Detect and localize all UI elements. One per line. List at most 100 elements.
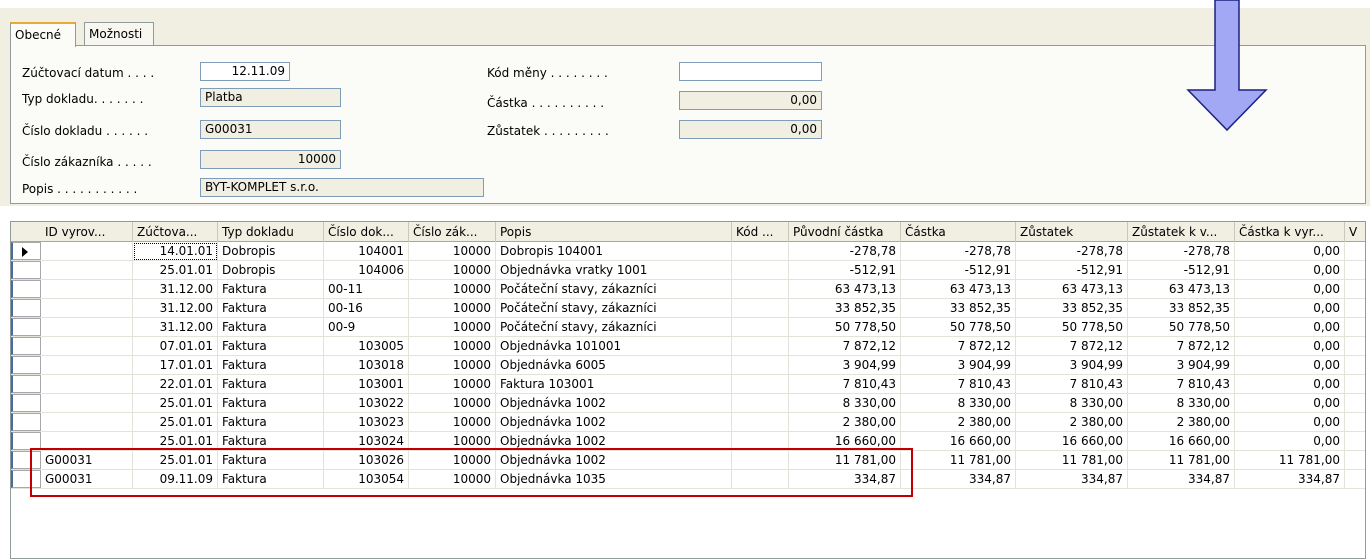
row-selector[interactable] (11, 356, 41, 374)
cell-col-kod-meny[interactable] (732, 432, 789, 451)
cell-col-cislo-dokladu[interactable]: 103054 (324, 470, 409, 489)
cell-col-id-vyrovnani[interactable] (41, 432, 133, 451)
cell-col-zuctovaci-datum[interactable]: 31.12.00 (133, 280, 218, 299)
cell-col-castka-k-vyrovnani[interactable]: 0,00 (1235, 413, 1345, 432)
cell-col-castka-k-vyrovnani[interactable]: 0,00 (1235, 432, 1345, 451)
cell-col-zustatek-k-vyrovnani[interactable]: 50 778,50 (1128, 318, 1235, 337)
cell-col-cislo-dokladu[interactable]: 104006 (324, 261, 409, 280)
cell-col-cislo-dokladu[interactable]: 104001 (324, 242, 409, 261)
kod-meny-field[interactable] (679, 62, 822, 81)
cell-col-castka[interactable]: 7 872,12 (901, 337, 1016, 356)
cell-col-id-vyrovnani[interactable] (41, 337, 133, 356)
cell-col-castka[interactable]: 50 778,50 (901, 318, 1016, 337)
cell-col-cislo-zakaznika[interactable]: 10000 (409, 356, 496, 375)
row-selector[interactable] (11, 451, 41, 469)
cell-col-typ-dokladu[interactable]: Dobropis (218, 261, 324, 280)
header-col-castka[interactable]: Částka (901, 222, 1016, 242)
cell-col-typ-dokladu[interactable]: Faktura (218, 337, 324, 356)
popis-field[interactable]: BYT-KOMPLET s.r.o. (200, 178, 484, 197)
cell-col-cislo-zakaznika[interactable]: 10000 (409, 470, 496, 489)
row-selector[interactable] (11, 413, 41, 431)
cell-col-typ-dokladu[interactable]: Faktura (218, 413, 324, 432)
cell-col-cislo-zakaznika[interactable]: 10000 (409, 375, 496, 394)
table-row[interactable]: 31.12.00 Faktura 00-9 10000 Počáteční stavy,… (11, 318, 1365, 337)
header-col-v[interactable]: V (1345, 222, 1365, 242)
cell-col-cislo-zakaznika[interactable]: 10000 (409, 299, 496, 318)
cell-col-castka[interactable]: 3 904,99 (901, 356, 1016, 375)
cell-col-puvodni-castka[interactable]: 50 778,50 (789, 318, 901, 337)
row-selector[interactable] (11, 318, 41, 336)
cell-col-typ-dokladu[interactable]: Faktura (218, 432, 324, 451)
cell-col-cislo-dokladu[interactable]: 00-9 (324, 318, 409, 337)
cell-col-castka[interactable]: 7 810,43 (901, 375, 1016, 394)
typ-dokladu-field[interactable]: Platba (200, 88, 341, 107)
cell-col-cislo-zakaznika[interactable]: 10000 (409, 432, 496, 451)
cell-col-puvodni-castka[interactable]: 3 904,99 (789, 356, 901, 375)
cell-col-kod-meny[interactable] (732, 470, 789, 489)
cell-col-popis[interactable]: Objednávka 6005 (496, 356, 732, 375)
table-row[interactable]: 25.01.01 Faktura 103024 10000 Objednávka 100… (11, 432, 1365, 451)
cell-col-zustatek-k-vyrovnani[interactable]: -512,91 (1128, 261, 1235, 280)
cell-col-popis[interactable]: Objednávka 1002 (496, 432, 732, 451)
cell-col-castka-k-vyrovnani[interactable]: 0,00 (1235, 394, 1345, 413)
cell-col-popis[interactable]: Objednávka 1002 (496, 394, 732, 413)
cell-col-zustatek[interactable]: -512,91 (1016, 261, 1128, 280)
cell-col-id-vyrovnani[interactable] (41, 261, 133, 280)
cell-col-castka[interactable]: 11 781,00 (901, 451, 1016, 470)
cell-col-cislo-dokladu[interactable]: 103024 (324, 432, 409, 451)
cell-col-puvodni-castka[interactable]: 7 810,43 (789, 375, 901, 394)
cell-col-kod-meny[interactable] (732, 337, 789, 356)
cislo-zakaznika-field[interactable]: 10000 (200, 150, 341, 169)
cell-col-zustatek-k-vyrovnani[interactable]: 11 781,00 (1128, 451, 1235, 470)
cell-col-cislo-zakaznika[interactable]: 10000 (409, 280, 496, 299)
cell-col-castka-k-vyrovnani[interactable]: 334,87 (1235, 470, 1345, 489)
cell-col-zustatek-k-vyrovnani[interactable]: 16 660,00 (1128, 432, 1235, 451)
row-selector[interactable] (11, 242, 41, 260)
cell-col-zuctovaci-datum[interactable]: 31.12.00 (133, 299, 218, 318)
cell-col-id-vyrovnani[interactable] (41, 375, 133, 394)
row-selector[interactable] (11, 470, 41, 488)
cell-col-cislo-zakaznika[interactable]: 10000 (409, 261, 496, 280)
cell-col-castka-k-vyrovnani[interactable]: 0,00 (1235, 318, 1345, 337)
cell-col-castka[interactable]: 334,87 (901, 470, 1016, 489)
cell-col-zustatek[interactable]: 3 904,99 (1016, 356, 1128, 375)
cell-col-zustatek[interactable]: 8 330,00 (1016, 394, 1128, 413)
cell-col-zustatek-k-vyrovnani[interactable]: 3 904,99 (1128, 356, 1235, 375)
cell-col-zuctovaci-datum[interactable]: 31.12.00 (133, 318, 218, 337)
cell-col-cislo-zakaznika[interactable]: 10000 (409, 242, 496, 261)
cell-col-zuctovaci-datum[interactable]: 25.01.01 (133, 261, 218, 280)
cell-col-castka-k-vyrovnani[interactable]: 0,00 (1235, 337, 1345, 356)
cell-col-zustatek-k-vyrovnani[interactable]: 33 852,35 (1128, 299, 1235, 318)
cell-col-castka[interactable]: -512,91 (901, 261, 1016, 280)
tab-moznosti[interactable]: Možnosti (84, 22, 154, 46)
header-col-zustatek[interactable]: Zůstatek (1016, 222, 1128, 242)
cell-col-kod-meny[interactable] (732, 375, 789, 394)
cell-col-typ-dokladu[interactable]: Dobropis (218, 242, 324, 261)
cell-col-kod-meny[interactable] (732, 451, 789, 470)
cell-col-zustatek[interactable]: 11 781,00 (1016, 451, 1128, 470)
cell-col-typ-dokladu[interactable]: Faktura (218, 451, 324, 470)
cell-col-puvodni-castka[interactable]: -278,78 (789, 242, 901, 261)
cell-col-zuctovaci-datum[interactable]: 14.01.01 (133, 242, 218, 261)
cell-col-typ-dokladu[interactable]: Faktura (218, 318, 324, 337)
cell-col-cislo-dokladu[interactable]: 103022 (324, 394, 409, 413)
cell-col-zustatek[interactable]: 33 852,35 (1016, 299, 1128, 318)
cell-col-cislo-dokladu[interactable]: 103023 (324, 413, 409, 432)
cell-col-kod-meny[interactable] (732, 394, 789, 413)
cell-col-castka-k-vyrovnani[interactable]: 0,00 (1235, 375, 1345, 394)
header-col-cislo-dokladu[interactable]: Číslo dok... (324, 222, 409, 242)
cell-col-kod-meny[interactable] (732, 356, 789, 375)
row-selector[interactable] (11, 375, 41, 393)
cell-col-puvodni-castka[interactable]: 33 852,35 (789, 299, 901, 318)
cell-col-castka[interactable]: 2 380,00 (901, 413, 1016, 432)
header-col-zustatek-k-vyrovnani[interactable]: Zůstatek k v... (1128, 222, 1235, 242)
table-row[interactable]: 25.01.01 Faktura 103022 10000 Objednávka 100… (11, 394, 1365, 413)
cell-col-zuctovaci-datum[interactable]: 09.11.09 (133, 470, 218, 489)
cell-col-puvodni-castka[interactable]: 63 473,13 (789, 280, 901, 299)
header-col-popis[interactable]: Popis (496, 222, 732, 242)
cell-col-popis[interactable]: Objednávka 1035 (496, 470, 732, 489)
cell-col-kod-meny[interactable] (732, 280, 789, 299)
cell-col-kod-meny[interactable] (732, 413, 789, 432)
cell-col-zustatek-k-vyrovnani[interactable]: 334,87 (1128, 470, 1235, 489)
table-row[interactable]: 25.01.01 Dobropis 104006 10000 Objednávka vr… (11, 261, 1365, 280)
